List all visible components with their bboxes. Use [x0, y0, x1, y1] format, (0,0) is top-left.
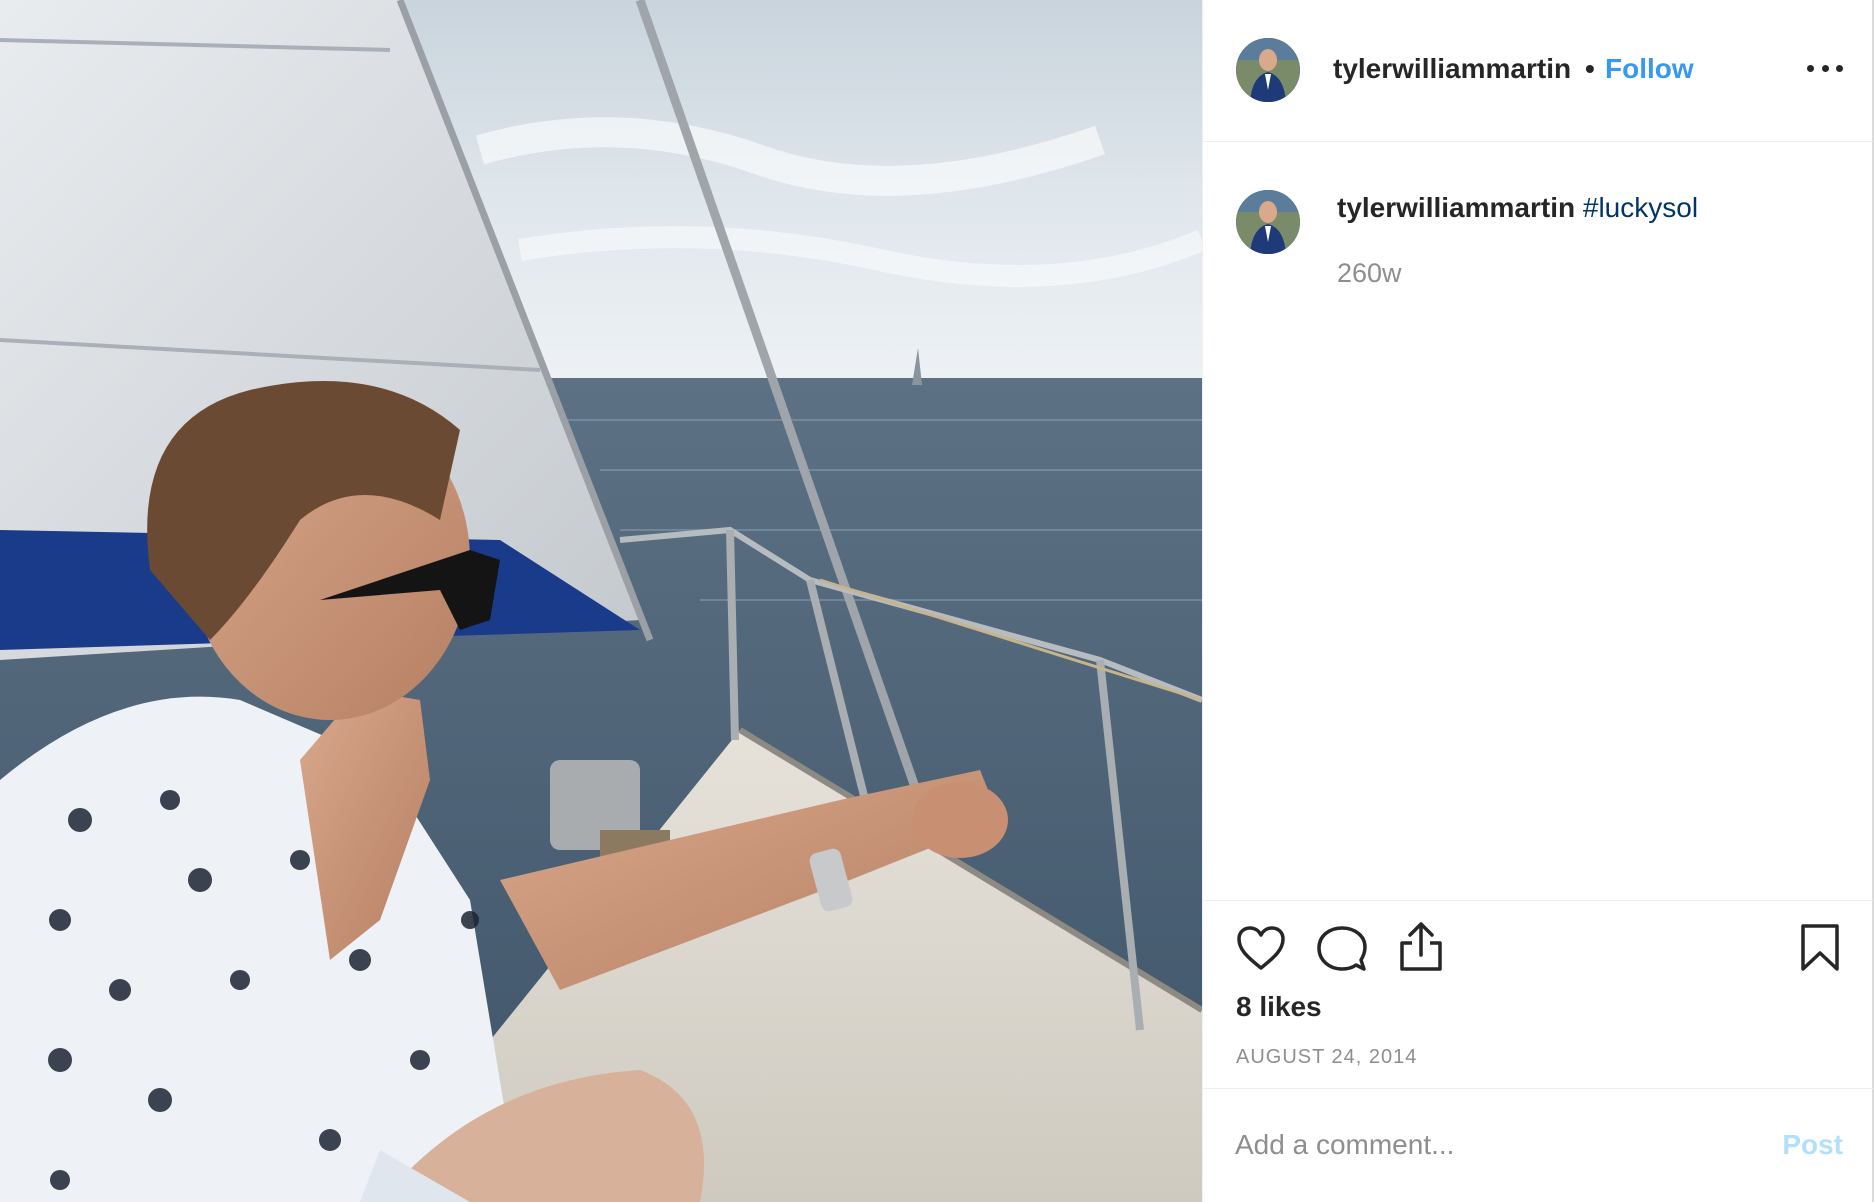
- post-header: tylerwilliammartin • Follow: [1203, 0, 1873, 142]
- more-options-icon[interactable]: [1807, 56, 1843, 80]
- caption-text: tylerwilliammartin #luckysol: [1337, 192, 1698, 224]
- avatar-image: [1236, 190, 1300, 254]
- bookmark-icon[interactable]: [1800, 923, 1840, 973]
- header-separator: •: [1585, 53, 1595, 84]
- caption-avatar[interactable]: [1236, 190, 1300, 254]
- heart-icon[interactable]: [1236, 925, 1286, 971]
- post-viewer: tylerwilliammartin • Follow tylerwilliam…: [0, 0, 1874, 1202]
- sailing-photo: [0, 0, 1202, 1202]
- share-icon[interactable]: [1398, 921, 1444, 973]
- more-dot: [1807, 64, 1814, 72]
- comment-input[interactable]: [1233, 1119, 1757, 1171]
- caption-username[interactable]: tylerwilliammartin: [1337, 192, 1575, 223]
- post-actions: 8 likes AUGUST 24, 2014: [1203, 900, 1873, 1068]
- more-dot: [1821, 64, 1829, 72]
- caption-time-ago[interactable]: 260w: [1337, 258, 1402, 289]
- post-details-panel: tylerwilliammartin • Follow tylerwilliam…: [1202, 0, 1874, 1202]
- comment-bar: Post: [1203, 1088, 1873, 1202]
- likes-count[interactable]: 8 likes: [1236, 991, 1322, 1023]
- header-username[interactable]: tylerwilliammartin: [1333, 53, 1571, 85]
- post-date: AUGUST 24, 2014: [1236, 1046, 1418, 1068]
- more-dot: [1836, 64, 1843, 72]
- caption-hashtag[interactable]: #luckysol: [1583, 192, 1698, 223]
- author-avatar[interactable]: [1236, 38, 1300, 102]
- comment-icon[interactable]: [1317, 925, 1367, 973]
- post-comment-button[interactable]: Post: [1782, 1129, 1843, 1161]
- post-photo[interactable]: [0, 0, 1202, 1202]
- avatar-image: [1236, 38, 1300, 102]
- follow-button[interactable]: Follow: [1605, 53, 1694, 85]
